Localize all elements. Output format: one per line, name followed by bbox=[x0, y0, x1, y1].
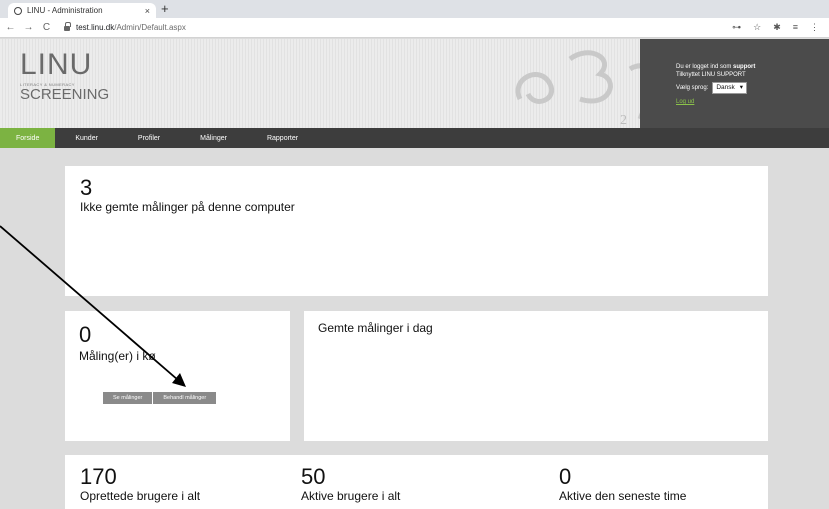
saved-today-label: Gemte målinger i dag bbox=[318, 321, 433, 335]
stat-value: 50 bbox=[301, 464, 326, 489]
queue-count: 0 bbox=[79, 322, 92, 347]
stats-panel: 170 Oprettede brugere i alt 50 Aktive br… bbox=[65, 455, 768, 509]
main-nav: Forside Kunder Profiler Målinger Rapport… bbox=[0, 128, 829, 148]
browser-tab[interactable]: LINU - Administration × bbox=[8, 3, 156, 18]
saved-today-panel: Gemte målinger i dag bbox=[304, 311, 768, 441]
unsaved-label: Ikke gemte målinger på denne computer bbox=[80, 200, 295, 214]
stat-value: 0 bbox=[559, 464, 572, 489]
url-field[interactable]: test.linu.dk/Admin/Default.aspx bbox=[76, 23, 186, 32]
extensions-icon[interactable]: ✱ bbox=[773, 22, 781, 33]
language-label: Vælg sprog: bbox=[676, 85, 709, 91]
nav-item-kunder[interactable]: Kunder bbox=[55, 128, 118, 148]
stat-label: Aktive den seneste time bbox=[559, 489, 687, 503]
reload-button[interactable]: C bbox=[39, 22, 54, 33]
address-bar: ← → C test.linu.dk/Admin/Default.aspx ⊶ … bbox=[0, 18, 829, 38]
key-icon[interactable]: ⊶ bbox=[732, 22, 741, 33]
nav-item-forside[interactable]: Forside bbox=[0, 128, 56, 148]
queue-panel: 0 Måling(er) i kø Se målinger Behandl mål… bbox=[65, 311, 290, 441]
queue-label: Måling(er) i kø bbox=[79, 349, 156, 363]
nav-item-profiler[interactable]: Profiler bbox=[118, 128, 180, 148]
unsaved-panel: 3 Ikke gemte målinger på denne computer bbox=[65, 166, 768, 296]
forward-button[interactable]: → bbox=[21, 22, 36, 33]
stat-label: Aktive brugere i alt bbox=[301, 489, 401, 503]
process-measurements-button[interactable]: Behandl målinger bbox=[153, 392, 217, 404]
lock-icon bbox=[64, 22, 71, 31]
globe-icon bbox=[14, 6, 22, 15]
linu-logo[interactable]: LINU LITERACY & NUMERACY SCREENING bbox=[20, 49, 109, 119]
nav-item-malinger[interactable]: Målinger bbox=[180, 128, 247, 148]
stat-value: 170 bbox=[80, 464, 117, 489]
view-measurements-button[interactable]: Se målinger bbox=[103, 392, 153, 404]
stat-item: 0 Aktive den seneste time bbox=[559, 464, 687, 504]
username: support bbox=[733, 64, 756, 70]
browser-tabbar: LINU - Administration × + bbox=[0, 0, 829, 18]
language-select[interactable]: Dansk ▾ bbox=[712, 82, 748, 94]
star-icon[interactable]: ☆ bbox=[753, 22, 761, 33]
more-icon[interactable]: ⋮ bbox=[810, 22, 819, 33]
logout-link[interactable]: Log ud bbox=[676, 98, 755, 106]
nav-item-rapporter[interactable]: Rapporter bbox=[247, 128, 318, 148]
tab-title: LINU - Administration bbox=[27, 6, 103, 15]
attached-line: Tilknyttet LINU SUPPORT bbox=[676, 72, 746, 78]
chevron-down-icon: ▾ bbox=[739, 84, 744, 91]
stat-label: Oprettede brugere i alt bbox=[80, 489, 201, 503]
close-tab-icon[interactable]: × bbox=[145, 6, 150, 16]
unsaved-count: 3 bbox=[80, 175, 93, 200]
menu-list-icon[interactable]: ≡ bbox=[793, 22, 798, 33]
back-button[interactable]: ← bbox=[3, 22, 18, 33]
new-tab-button[interactable]: + bbox=[161, 2, 169, 16]
stat-item: 170 Oprettede brugere i alt bbox=[80, 464, 201, 504]
stat-item: 50 Aktive brugere i alt bbox=[301, 464, 401, 504]
user-info: Du er logget ind som support Tilknyttet … bbox=[676, 64, 756, 106]
